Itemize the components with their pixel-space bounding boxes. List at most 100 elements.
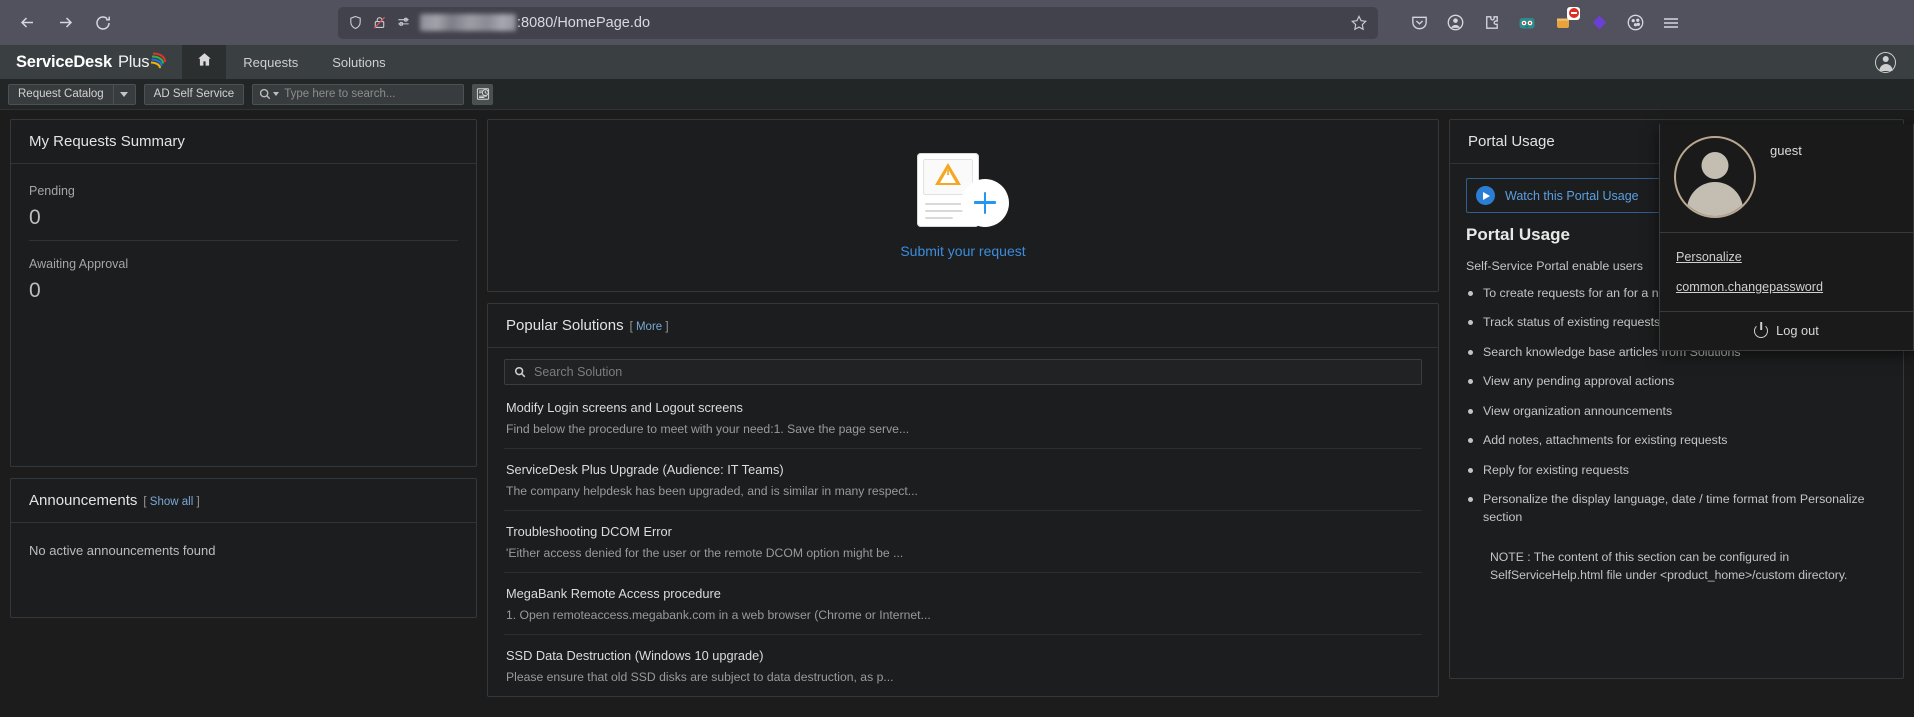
list-item[interactable]: Modify Login screens and Logout screens … xyxy=(504,387,1422,449)
brand-secondary: Plus xyxy=(117,52,150,71)
list-item: View organization announcements xyxy=(1466,403,1887,421)
announcements-title: Announcements [ Show all ] xyxy=(11,479,476,523)
submit-request-label[interactable]: Submit your request xyxy=(900,243,1025,259)
nav-solutions[interactable]: Solutions xyxy=(315,45,402,79)
announcements-card: Announcements [ Show all ] No active ann… xyxy=(10,478,477,618)
tracking-protection-shield-icon[interactable] xyxy=(348,15,363,30)
request-catalog-label: Request Catalog xyxy=(18,88,104,100)
solution-search[interactable] xyxy=(504,359,1422,385)
popular-solutions-more[interactable]: [ More ] xyxy=(630,321,669,333)
app-header: ServiceDesk Plus Requests Solutions xyxy=(0,45,1914,79)
solution-desc: 1. Open remoteaccess.megabank.com in a w… xyxy=(506,608,931,622)
user-account-dropdown: guest Personalize common.changepassword … xyxy=(1659,124,1914,351)
new-request-document-icon: i xyxy=(917,152,1009,231)
metric-pending-label: Pending xyxy=(29,184,75,198)
app-logo[interactable]: ServiceDesk Plus xyxy=(0,45,183,79)
search-magnifier-icon xyxy=(514,366,526,378)
cookie-extension-icon[interactable] xyxy=(1622,10,1648,36)
portal-usage-note: NOTE : The content of this section can b… xyxy=(1490,550,1848,583)
watch-portal-usage-label[interactable]: Watch this Portal Usage xyxy=(1505,189,1639,203)
announcements-show-all-link[interactable]: Show all xyxy=(150,496,193,508)
nav-requests[interactable]: Requests xyxy=(226,45,315,79)
user-menu-items: Personalize common.changepassword xyxy=(1660,232,1913,311)
solution-title[interactable]: ServiceDesk Plus Upgrade (Audience: IT T… xyxy=(506,462,1420,477)
user-account-icon[interactable] xyxy=(1875,51,1896,73)
bookmark-star-button[interactable] xyxy=(1350,14,1368,32)
submit-request-card[interactable]: i Submit your request xyxy=(487,119,1439,292)
chevron-down-icon[interactable] xyxy=(112,84,135,104)
popular-solutions-more-link[interactable]: More xyxy=(636,321,662,333)
app-menu-hamburger-icon[interactable] xyxy=(1658,10,1684,36)
logout-label: Log out xyxy=(1776,323,1819,338)
list-item[interactable]: MegaBank Remote Access procedure 1. Open… xyxy=(504,573,1422,635)
purple-diamond-extension-icon[interactable] xyxy=(1586,10,1612,36)
forward-button[interactable] xyxy=(48,6,82,40)
search-input[interactable] xyxy=(284,88,458,100)
metric-awaiting-approval: Awaiting Approval 0 xyxy=(29,240,458,313)
my-requests-summary-card: My Requests Summary Pending 0 Awaiting A… xyxy=(10,119,477,467)
middle-column: i Submit your request Popular Solutions … xyxy=(487,119,1439,697)
extensions-toolbar xyxy=(1406,6,1688,36)
user-menu-username: guest xyxy=(1770,143,1802,158)
request-catalog-dropdown[interactable]: Request Catalog xyxy=(8,83,136,105)
plus-circle-icon xyxy=(961,178,1009,227)
solution-title[interactable]: Modify Login screens and Logout screens xyxy=(506,400,1420,415)
brand-primary: ServiceDesk xyxy=(16,52,112,71)
solution-desc: Find below the procedure to meet with yo… xyxy=(506,422,910,436)
metric-pending-value: 0 xyxy=(29,206,41,229)
metric-awaiting-value: 0 xyxy=(29,279,41,302)
account-circle-icon[interactable] xyxy=(1442,10,1468,36)
logout-button[interactable]: Log out xyxy=(1660,311,1913,350)
url-text[interactable]: :8080/HomePage.do xyxy=(420,14,1341,31)
adblock-extension-icon[interactable] xyxy=(1550,6,1580,36)
browser-toolbar: :8080/HomePage.do xyxy=(0,0,1914,45)
list-item: Reply for existing requests xyxy=(1466,462,1887,480)
nav-solutions-label: Solutions xyxy=(332,54,386,70)
url-path: :8080/HomePage.do xyxy=(517,14,651,31)
global-search[interactable] xyxy=(252,83,465,105)
list-item: Add notes, attachments for existing requ… xyxy=(1466,432,1887,450)
page-content: My Requests Summary Pending 0 Awaiting A… xyxy=(0,110,1914,717)
solution-title[interactable]: SSD Data Destruction (Windows 10 upgrade… xyxy=(506,648,1420,663)
ad-self-service-label: AD Self Service xyxy=(153,88,235,100)
list-item[interactable]: ServiceDesk Plus Upgrade (Audience: IT T… xyxy=(504,449,1422,511)
nav-home-tab[interactable] xyxy=(182,45,227,79)
back-button[interactable] xyxy=(10,6,44,40)
secondary-toolbar: Request Catalog AD Self Service xyxy=(0,79,1914,110)
reload-icon xyxy=(94,14,112,32)
left-column: My Requests Summary Pending 0 Awaiting A… xyxy=(10,119,477,618)
search-magnifier-icon[interactable] xyxy=(259,88,280,100)
reload-button[interactable] xyxy=(86,6,120,40)
pocket-save-icon[interactable] xyxy=(1406,10,1432,36)
search-history-icon[interactable] xyxy=(472,83,494,105)
forward-arrow-icon xyxy=(56,13,75,32)
list-item: Personalize the display language, date /… xyxy=(1466,491,1887,527)
my-requests-summary-title: My Requests Summary xyxy=(11,120,476,164)
solution-search-input[interactable] xyxy=(534,365,1412,379)
announcements-show-all[interactable]: [ Show all ] xyxy=(143,496,199,508)
list-item[interactable]: SSD Data Destruction (Windows 10 upgrade… xyxy=(504,635,1422,696)
solution-list: Modify Login screens and Logout screens … xyxy=(504,387,1422,696)
site-permissions-icon[interactable] xyxy=(396,15,411,30)
address-bar[interactable]: :8080/HomePage.do xyxy=(338,6,1378,39)
solution-title[interactable]: Troubleshooting DCOM Error xyxy=(506,524,1420,539)
user-menu-header: guest xyxy=(1660,124,1913,232)
user-menu-changepassword[interactable]: common.changepassword xyxy=(1660,272,1913,302)
solution-title[interactable]: MegaBank Remote Access procedure xyxy=(506,586,1420,601)
extensions-puzzle-icon[interactable] xyxy=(1478,10,1504,36)
summary-metrics: Pending 0 Awaiting Approval 0 xyxy=(11,164,476,335)
solution-desc: The company helpdesk has been upgraded, … xyxy=(506,484,918,498)
popular-solutions-body: Modify Login screens and Logout screens … xyxy=(488,348,1438,696)
user-menu-personalize[interactable]: Personalize xyxy=(1660,242,1913,272)
user-avatar-icon xyxy=(1674,136,1756,218)
ad-self-service-button[interactable]: AD Self Service xyxy=(143,83,245,105)
list-item[interactable]: Troubleshooting DCOM Error 'Either acces… xyxy=(504,511,1422,573)
home-icon xyxy=(196,51,213,73)
solution-desc: 'Either access denied for the user or th… xyxy=(506,546,904,560)
insecure-connection-icon[interactable] xyxy=(372,15,387,30)
solution-desc: Please ensure that old SSD disks are sub… xyxy=(506,670,894,684)
metric-pending: Pending 0 xyxy=(29,168,458,240)
bitwarden-extension-icon[interactable] xyxy=(1514,10,1540,36)
popular-solutions-title: Popular Solutions [ More ] xyxy=(488,304,1438,348)
power-icon xyxy=(1754,323,1769,338)
